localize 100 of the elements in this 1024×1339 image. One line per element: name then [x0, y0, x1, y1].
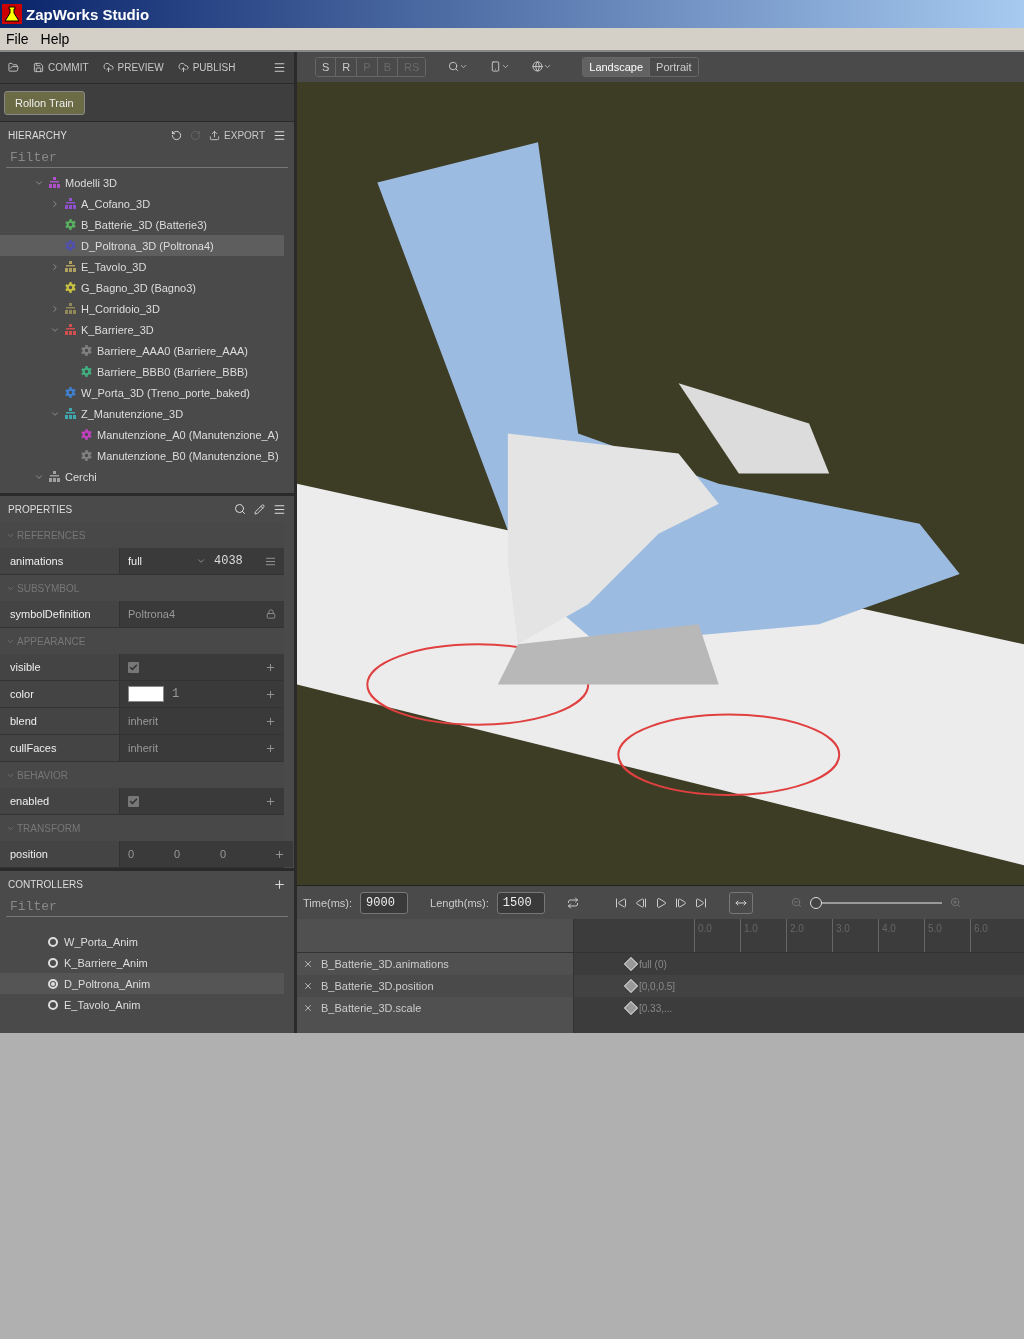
track-label: B_Batterie_3D.position — [321, 980, 434, 993]
property-value[interactable]: inherit — [128, 742, 158, 754]
toolbar-button[interactable]: PREVIEW — [102, 62, 164, 73]
controller-item[interactable]: E_Tavolo_Anim — [0, 994, 284, 1015]
cloud-icon[interactable] — [102, 62, 114, 73]
chevron-right-icon[interactable] — [50, 261, 60, 272]
controller-item[interactable]: K_Barriere_Anim — [0, 952, 284, 973]
chevron-right-icon[interactable] — [50, 198, 60, 209]
dropdown-value[interactable]: full — [128, 555, 188, 567]
menu-icon[interactable] — [273, 128, 286, 142]
plus-icon[interactable] — [265, 661, 276, 673]
tree-item-label: G_Bagno_3D (Bagno3) — [81, 281, 196, 294]
loop-icon[interactable] — [566, 896, 579, 909]
plus-icon[interactable] — [265, 715, 276, 727]
tree-item-label: Barriere_AAA0 (Barriere_AAA) — [97, 344, 248, 357]
flask-icon — [2, 4, 22, 24]
tree-item-label: Barriere_BBB0 (Barriere_BBB) — [97, 365, 248, 378]
radio-button[interactable] — [48, 999, 58, 1010]
close-icon[interactable] — [303, 1003, 313, 1014]
skip-back-icon[interactable] — [614, 896, 627, 909]
time-field[interactable]: 9000 — [360, 891, 409, 914]
radio-button[interactable] — [48, 957, 58, 968]
track-label: B_Batterie_3D.animations — [321, 958, 449, 971]
track-row[interactable]: B_Batterie_3D.position — [297, 975, 573, 998]
globe-icon[interactable] — [532, 61, 544, 73]
menu-icon[interactable] — [273, 502, 286, 516]
plus-icon[interactable] — [273, 877, 286, 891]
chevron-right-icon[interactable] — [50, 303, 60, 314]
radio-button[interactable] — [48, 936, 58, 947]
tree-item-label: Manutenzione_A0 (Manutenzione_A) — [97, 428, 279, 441]
step-forward-icon[interactable] — [674, 896, 687, 909]
project-button[interactable]: Rollon Train — [4, 90, 85, 115]
orientation-tab[interactable]: Landscape — [583, 57, 651, 76]
list-icon[interactable] — [265, 555, 276, 567]
track-label: B_Batterie_3D.scale — [321, 1002, 422, 1015]
property-value[interactable]: inherit — [128, 715, 158, 727]
tree-item-label: Z_Manutenzione_3D — [81, 407, 184, 420]
step-back-icon[interactable] — [634, 896, 647, 909]
caret-icon[interactable] — [196, 556, 206, 566]
length-label: Length(ms): — [430, 896, 489, 909]
tree-item[interactable]: D_Poltrona_3D (Poltrona4) — [0, 235, 284, 256]
controller-label: D_Poltrona_Anim — [64, 977, 151, 990]
filter-field[interactable]: Filter — [6, 148, 288, 168]
skip-forward-icon[interactable] — [694, 896, 707, 909]
radio-button[interactable] — [48, 978, 58, 989]
window-title: ZapWorks Studio — [26, 5, 150, 23]
panel-title: PROPERTIES — [8, 503, 73, 515]
checkbox[interactable] — [128, 661, 139, 673]
zoom-dropdown[interactable] — [448, 61, 469, 73]
keyframe-value: [0.33,... — [639, 1002, 673, 1014]
upload-icon[interactable] — [209, 129, 221, 141]
alpha-value[interactable]: 1 — [172, 687, 180, 701]
plus-icon[interactable] — [265, 795, 276, 807]
lock-icon — [266, 609, 276, 619]
pencil-icon[interactable] — [254, 503, 265, 515]
cloud-icon[interactable] — [177, 62, 189, 73]
play-icon[interactable] — [654, 896, 667, 909]
keyframe-value: full (0) — [639, 958, 667, 970]
tree-item-label: A_Cofano_3D — [81, 197, 151, 210]
slider-thumb[interactable] — [809, 896, 822, 909]
color-swatch[interactable] — [128, 686, 164, 702]
plus-icon[interactable] — [265, 742, 276, 754]
tree-item-label: Manutenzione_B0 (Manutenzione_B) — [97, 449, 279, 462]
plus-icon[interactable] — [265, 688, 276, 700]
filter-field[interactable]: Filter — [6, 897, 288, 917]
property-name: enabled — [0, 788, 120, 814]
plus-icon[interactable] — [274, 848, 285, 860]
property-name: symbolDefinition — [0, 601, 120, 627]
controller-item[interactable]: W_Porta_Anim — [0, 931, 284, 952]
menu-item[interactable]: Help — [40, 31, 70, 47]
mode-button[interactable]: S — [316, 57, 337, 76]
search-icon[interactable] — [234, 503, 246, 515]
tree-item-label: E_Tavolo_3D — [81, 260, 147, 273]
close-icon[interactable] — [303, 959, 313, 970]
vector-value[interactable]: 0 — [174, 848, 212, 860]
toolbar-button[interactable]: PUBLISH — [177, 62, 236, 73]
search-icon[interactable] — [448, 61, 460, 73]
globe-dropdown[interactable] — [532, 61, 553, 73]
undo-icon[interactable] — [171, 129, 183, 141]
open-button[interactable] — [8, 62, 19, 73]
toolbar-button[interactable]: COMMIT — [33, 62, 89, 73]
export-button[interactable]: EXPORT — [209, 129, 265, 141]
menu-icon[interactable] — [273, 61, 286, 74]
controller-label: E_Tavolo_Anim — [64, 998, 141, 1011]
device-dropdown[interactable] — [490, 61, 511, 73]
length-field[interactable]: 1500 — [496, 891, 545, 914]
controller-item[interactable]: D_Poltrona_Anim — [0, 973, 284, 994]
close-icon[interactable] — [303, 981, 313, 992]
controller-label: W_Porta_Anim — [64, 935, 138, 948]
property-name: blend — [0, 708, 120, 734]
vector-value[interactable]: 0 — [220, 848, 258, 860]
menu-item[interactable]: File — [6, 31, 29, 47]
keyframe-value: [0,0,0.5] — [639, 980, 676, 992]
phone-icon[interactable] — [490, 61, 502, 73]
vector-value[interactable]: 0 — [128, 848, 166, 860]
checkbox[interactable] — [128, 795, 139, 807]
fit-button[interactable] — [728, 891, 753, 914]
number-value[interactable]: 4038 — [214, 554, 243, 568]
property-name: visible — [0, 654, 120, 680]
save-icon[interactable] — [33, 62, 44, 73]
